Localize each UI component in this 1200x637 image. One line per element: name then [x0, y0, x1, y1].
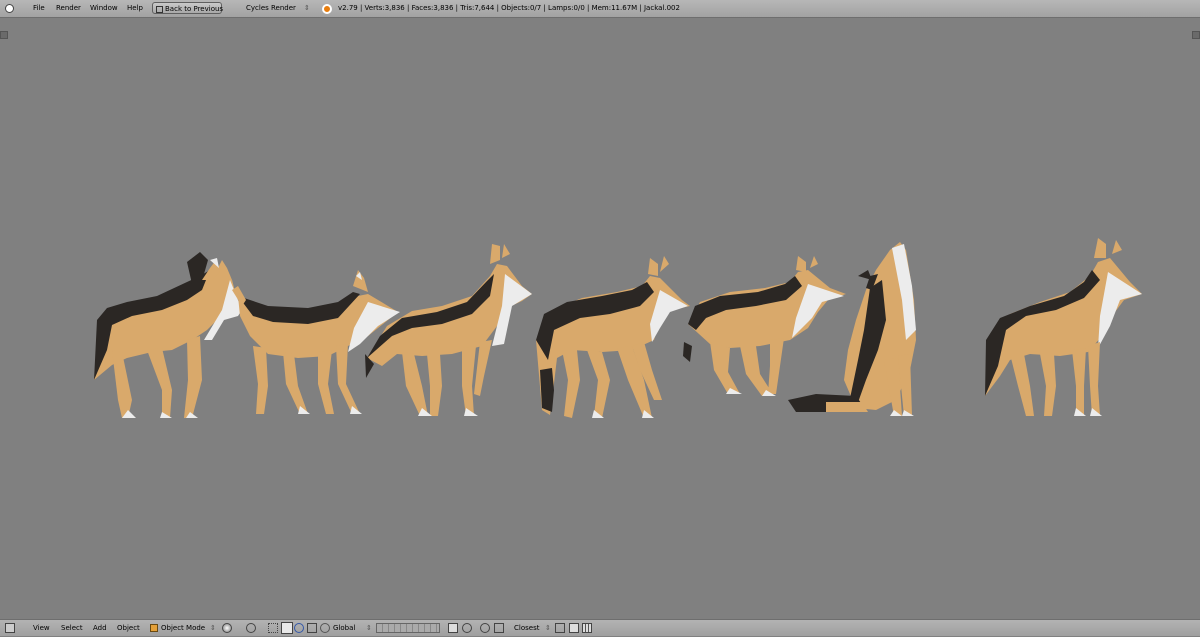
- viewport-corner-handle-left[interactable]: [0, 31, 8, 39]
- back-icon: [156, 5, 163, 13]
- object-mode-select[interactable]: Object Mode: [161, 620, 205, 637]
- pivot-point-icon[interactable]: [246, 623, 256, 633]
- 3d-view-header: View Select Add Object Object Mode ⇕ Glo…: [0, 619, 1200, 636]
- menu-add[interactable]: Add: [93, 620, 107, 637]
- jackal-model-6[interactable]: [786, 240, 926, 420]
- menu-window[interactable]: Window: [90, 0, 118, 17]
- jackal-model-7[interactable]: [980, 236, 1145, 422]
- menu-render[interactable]: Render: [56, 0, 81, 17]
- orientation-chevron-icon: ⇕: [366, 624, 372, 632]
- menu-select[interactable]: Select: [61, 620, 83, 637]
- object-mode-cube-icon: [150, 624, 158, 632]
- manipulator-toggle-icon[interactable]: [268, 623, 278, 633]
- translate-manipulator-icon[interactable]: [281, 622, 293, 634]
- snap-target-select[interactable]: Closest: [514, 620, 539, 637]
- editor-type-icon[interactable]: [5, 4, 14, 13]
- snap-target-chevron-icon: ⇕: [545, 624, 551, 632]
- menu-object[interactable]: Object: [117, 620, 140, 637]
- layer-lock-icon[interactable]: [448, 623, 458, 633]
- viewport-corner-handle-right[interactable]: [1192, 31, 1200, 39]
- back-to-previous-button[interactable]: Back to Previous: [152, 2, 224, 14]
- jackal-model-4[interactable]: [532, 250, 692, 422]
- mode-chevron-icon: ⇕: [210, 624, 216, 632]
- menu-file[interactable]: File: [33, 0, 45, 17]
- jackal-model-1[interactable]: [92, 240, 247, 422]
- rotate-manipulator-icon[interactable]: [294, 623, 304, 633]
- render-engine-select[interactable]: Cycles Render: [246, 0, 296, 17]
- transform-orientation-select[interactable]: Global: [333, 620, 355, 637]
- scene-stats: v2.79 | Verts:3,836 | Faces:3,836 | Tris…: [338, 4, 680, 12]
- back-to-previous-label: Back to Previous: [165, 5, 224, 13]
- scale-manipulator-icon[interactable]: [307, 623, 317, 633]
- render-engine-chevron-icon: ⇕: [304, 4, 310, 12]
- 3d-viewport[interactable]: [0, 18, 1200, 619]
- menu-view[interactable]: View: [33, 620, 50, 637]
- snap-element-icon[interactable]: [494, 623, 504, 633]
- opengl-render-animation-icon[interactable]: [582, 623, 592, 633]
- jackal-model-3[interactable]: [362, 236, 537, 422]
- snap-toggle-icon[interactable]: [480, 623, 490, 633]
- editor-type-3d-view-icon[interactable]: [5, 623, 15, 633]
- proportional-edit-icon[interactable]: [462, 623, 472, 633]
- transform-orientation-icon: [320, 623, 330, 633]
- info-header: File Render Window Help Back to Previous…: [0, 0, 1200, 18]
- menu-help[interactable]: Help: [127, 0, 143, 17]
- blender-logo-icon: [322, 4, 332, 14]
- layer-buttons[interactable]: [376, 623, 440, 633]
- render-preview-icon[interactable]: [555, 623, 565, 633]
- viewport-shading-icon[interactable]: [222, 623, 232, 633]
- opengl-render-image-icon[interactable]: [569, 623, 579, 633]
